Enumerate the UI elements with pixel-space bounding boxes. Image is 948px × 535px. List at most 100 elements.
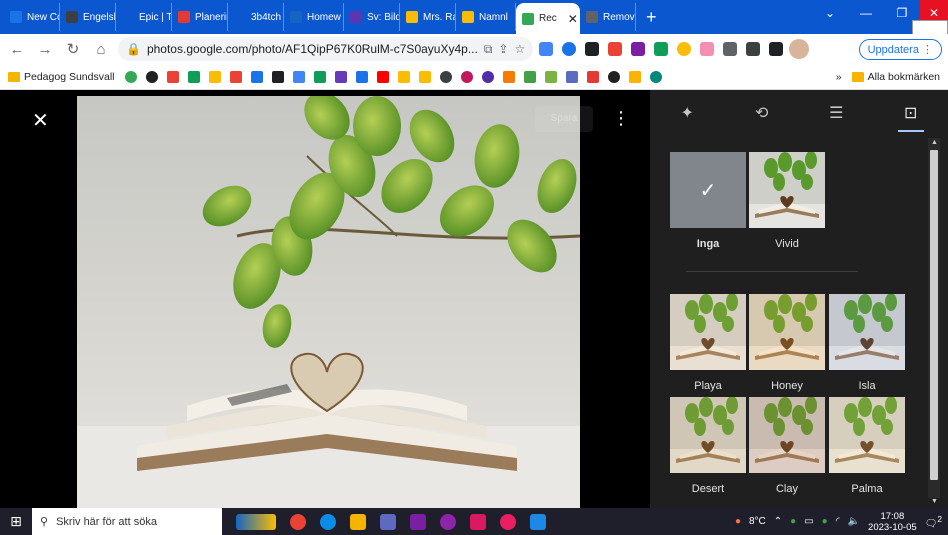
bookmark-icon[interactable] xyxy=(607,70,620,83)
bookmark-icon[interactable] xyxy=(124,70,137,83)
close-tab-icon[interactable]: ✕ xyxy=(568,12,578,26)
app-icon[interactable] xyxy=(440,513,456,530)
chevron-up-icon[interactable]: ⌃ xyxy=(774,516,782,527)
bookmark-icon[interactable] xyxy=(649,70,662,83)
filter-thumbnail[interactable] xyxy=(829,294,905,370)
more-options-icon[interactable]: ⋮ xyxy=(612,108,630,129)
bookmark-icon[interactable] xyxy=(229,70,242,83)
bookmark-icon[interactable] xyxy=(166,70,179,83)
extension-icon[interactable] xyxy=(539,42,554,56)
open-in-app-icon[interactable]: ⧉ xyxy=(484,42,493,57)
chrome-icon[interactable] xyxy=(290,513,306,530)
bookmark-icon[interactable] xyxy=(586,70,599,83)
browser-tab[interactable]: Namnl xyxy=(456,3,516,31)
close-icon[interactable]: ✕ xyxy=(32,108,49,133)
extension-icon[interactable] xyxy=(654,42,669,56)
bookmark-icon[interactable] xyxy=(397,70,410,83)
forward-button[interactable]: → xyxy=(34,41,56,58)
filter-thumbnail[interactable] xyxy=(749,294,825,370)
filter-option[interactable]: Palma xyxy=(829,397,905,495)
browser-tab[interactable]: Engelsk xyxy=(60,3,116,31)
bookmark-icon[interactable] xyxy=(313,70,326,83)
new-tab-button[interactable]: + xyxy=(636,7,667,28)
suggestions-icon[interactable]: ✦ xyxy=(650,90,725,138)
bookmark-folder[interactable]: Pedagog Sundsvall xyxy=(8,71,115,83)
battery-icon[interactable]: ▭ xyxy=(804,516,813,527)
browser-tab[interactable]: 3b4tch xyxy=(228,3,284,31)
photos-app-icon[interactable] xyxy=(530,513,546,530)
bookmark-icon[interactable] xyxy=(439,70,452,83)
close-window-button[interactable]: ✕ Stän xyxy=(912,0,948,46)
share-icon[interactable]: ⇪ xyxy=(498,42,508,56)
filter-option[interactable]: Vivid xyxy=(749,152,825,250)
bookmark-icon[interactable] xyxy=(271,70,284,83)
clock[interactable]: 17:08 2023-10-05 xyxy=(868,511,917,533)
bookmark-icon[interactable] xyxy=(628,70,641,83)
bookmark-icon[interactable] xyxy=(250,70,263,83)
keyboard-icon[interactable] xyxy=(380,513,396,530)
bookmark-icon[interactable] xyxy=(502,70,515,83)
bookmark-icon[interactable] xyxy=(418,70,431,83)
filter-option[interactable]: Playa xyxy=(670,294,746,392)
edge-icon[interactable] xyxy=(320,513,336,530)
bookmark-icon[interactable] xyxy=(460,70,473,83)
puzzle-icon[interactable] xyxy=(746,42,761,56)
filters-icon[interactable]: ⊡ xyxy=(874,90,948,138)
tray-icon[interactable]: ● xyxy=(822,516,828,527)
tray-icon[interactable]: ● xyxy=(790,516,796,527)
browser-tab[interactable]: Rec ✕ xyxy=(516,3,580,34)
filter-option[interactable]: Clay xyxy=(749,397,825,495)
extension-icon[interactable] xyxy=(700,42,715,56)
filter-thumbnail[interactable] xyxy=(670,397,746,473)
notifications-icon[interactable]: 🗨2 xyxy=(925,514,942,529)
browser-tab[interactable]: Remov xyxy=(580,3,636,31)
music-icon[interactable] xyxy=(500,513,516,530)
bookmark-icon[interactable] xyxy=(544,70,557,83)
omnibox[interactable]: 🔒 photos.google.com/photo/AF1QipP67K0Rul… xyxy=(118,37,534,61)
extension-icon[interactable] xyxy=(677,42,692,56)
more-bookmarks-button[interactable]: » xyxy=(836,71,842,83)
extension-icon[interactable] xyxy=(608,42,623,56)
bookmark-icon[interactable] xyxy=(565,70,578,83)
scroll-up-arrow-icon[interactable]: ▲ xyxy=(931,139,938,146)
filter-option[interactable]: Honey xyxy=(749,294,825,392)
bookmark-icon[interactable] xyxy=(523,70,536,83)
bookmark-star-icon[interactable]: ☆ xyxy=(514,42,525,56)
file-explorer-icon[interactable] xyxy=(350,513,366,530)
browser-tab[interactable]: Epic | Th xyxy=(116,3,172,31)
filter-option[interactable]: Desert xyxy=(670,397,746,495)
bookmark-icon[interactable] xyxy=(292,70,305,83)
avatar[interactable] xyxy=(789,39,810,59)
extension-icon[interactable] xyxy=(631,42,646,56)
filter-thumbnail[interactable] xyxy=(749,152,825,228)
taskbar-search[interactable]: ⚲ Skriv här för att söka xyxy=(32,508,222,535)
weather-icon[interactable]: ● xyxy=(735,516,741,527)
browser-tab[interactable]: Mrs. Ra xyxy=(400,3,456,31)
scrollbar-thumb[interactable] xyxy=(930,150,938,480)
back-button[interactable]: ← xyxy=(6,41,28,58)
extension-icon[interactable] xyxy=(562,42,577,56)
adjust-icon[interactable]: ☰ xyxy=(799,90,874,138)
windows-start-icon[interactable]: ⊞ xyxy=(0,513,32,530)
browser-tab[interactable]: Planerin xyxy=(172,3,228,31)
all-bookmarks-folder[interactable]: Alla bokmärken xyxy=(851,71,940,83)
chevron-down-icon[interactable]: ⌄ xyxy=(812,0,848,26)
volume-icon[interactable]: 🔈 xyxy=(848,516,860,527)
chess-icon[interactable] xyxy=(410,513,426,530)
browser-tab[interactable]: New Co xyxy=(4,3,60,31)
reload-button[interactable]: ↻ xyxy=(62,40,84,58)
crop-rotate-icon[interactable]: ⟲ xyxy=(725,90,800,138)
filter-thumbnail[interactable] xyxy=(829,397,905,473)
filter-thumbnail[interactable] xyxy=(749,397,825,473)
filter-option[interactable]: Isla xyxy=(829,294,905,392)
bookmark-icon[interactable] xyxy=(355,70,368,83)
sidepanel-icon[interactable] xyxy=(769,42,784,56)
browser-tab[interactable]: Homew xyxy=(284,3,344,31)
save-button[interactable]: Spara xyxy=(535,106,593,132)
minimize-button[interactable]: — xyxy=(848,0,884,26)
browser-tab[interactable]: Sv: Bild xyxy=(344,3,400,31)
instagram-icon[interactable] xyxy=(470,513,486,530)
bookmark-icon[interactable] xyxy=(208,70,221,83)
bookmark-icon[interactable] xyxy=(481,70,494,83)
wifi-icon[interactable]: ◜ xyxy=(836,516,840,527)
